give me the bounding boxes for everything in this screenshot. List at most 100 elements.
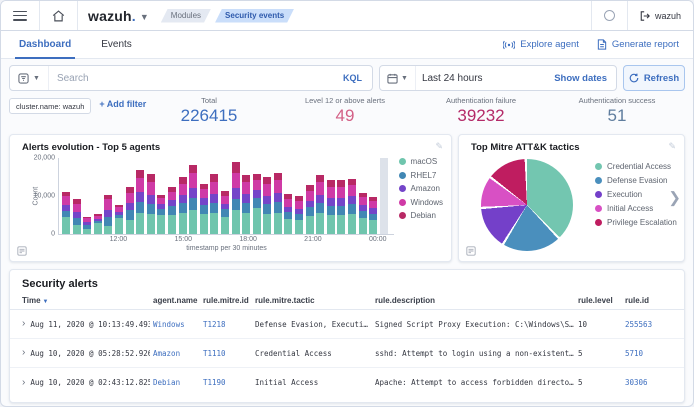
legend-item-windows[interactable]: Windows [399,198,443,207]
stacked-bar[interactable] [189,164,197,234]
stacked-bar[interactable] [168,187,176,235]
stat-total: Total 226415 [141,96,277,132]
stat-level12-value[interactable]: 49 [277,106,413,126]
legend-item-execution[interactable]: Execution [595,190,677,199]
stacked-bar[interactable] [306,185,314,234]
stacked-bar[interactable] [232,162,240,234]
explore-agent-button[interactable]: Explore agent [503,39,579,50]
add-filter-button[interactable]: + Add filter [99,98,146,109]
tab-dashboard[interactable]: Dashboard [15,31,75,58]
stacked-bar[interactable] [242,175,250,234]
stacked-bar[interactable] [359,193,367,234]
edit-panel-icon[interactable]: ✎ [435,141,443,152]
stacked-bar[interactable] [348,179,356,234]
cell-rule-mitre-id[interactable]: T1218 [203,320,252,329]
filter-pill-cluster-name[interactable]: cluster.name: wazuh [9,98,91,114]
refresh-button[interactable]: Refresh [623,65,685,91]
cell-rule-id[interactable]: 30306 [625,378,672,387]
generate-report-button[interactable]: Generate report [597,39,679,50]
breadcrumb-modules[interactable]: Modules [161,9,211,23]
stat-auth-success-value[interactable]: 51 [549,106,685,126]
user-menu-button[interactable]: wazuh [627,1,693,30]
table-row: ›Aug 10, 2020 @ 02:43:12.825DebianT1190I… [10,368,684,397]
legend-item-amazon[interactable]: Amazon [399,184,443,193]
cell-rule-mitre-id[interactable]: T1110 [203,349,252,358]
stacked-bar[interactable] [104,194,112,234]
next-panel-chevron-icon[interactable]: ❯ [668,191,681,206]
alerts-table-body: ›Aug 11, 2020 @ 10:13:49.493WindowsT1218… [10,310,684,397]
home-button[interactable] [40,1,78,30]
column-header-rule-level[interactable]: rule.level [578,296,622,305]
stat-total-value[interactable]: 226415 [141,106,277,126]
cell-rule-id[interactable]: 255563 [625,320,672,329]
mitre-tactics-pie[interactable] [481,159,573,251]
cell-rule-id[interactable]: 5710 [625,349,672,358]
stacked-bar[interactable] [200,184,208,234]
stacked-bar[interactable] [253,174,261,234]
stacked-bar[interactable] [221,191,229,234]
stacked-bar[interactable] [126,187,134,234]
stacked-bar[interactable] [83,217,91,234]
expand-row-icon[interactable]: › [22,319,25,329]
stacked-bar[interactable] [337,180,345,234]
menu-button[interactable] [1,1,40,30]
stacked-bar[interactable] [316,175,324,234]
edit-panel-icon[interactable]: ✎ [668,141,676,152]
search-input[interactable]: Search [49,73,333,84]
legend-item-credential-access[interactable]: Credential Access [595,162,677,171]
stacked-bar[interactable] [327,180,335,234]
column-header-agent-name[interactable]: agent.name [153,296,200,305]
pie-chart-legend: Credential Access Defense Evasion Executio… [595,162,677,227]
filters-stats-row: cluster.name: wazuh + Add filter Total 2… [9,96,685,132]
stacked-bar[interactable] [73,199,81,234]
logout-icon [640,11,650,21]
logo-chevron-down-icon[interactable]: ▼ [140,12,149,22]
cell-rule-mitre-id[interactable]: T1190 [203,378,252,387]
stacked-bar[interactable] [295,196,303,234]
show-dates-button[interactable]: Show dates [545,73,616,84]
kql-toggle[interactable]: KQL [333,73,372,83]
tab-actions: Explore agent Generate report [503,31,679,58]
stacked-bar[interactable] [115,205,123,234]
stacked-bar[interactable] [369,197,377,234]
column-header-time[interactable]: Time▼ [22,296,150,305]
stacked-bar[interactable] [136,170,144,234]
legend-item-defense-evasion[interactable]: Defense Evasion [595,176,677,185]
legend-item-macos[interactable]: macOS [399,157,443,166]
stacked-bar[interactable] [274,172,282,234]
calendar-menu-button[interactable]: ▼ [380,66,416,90]
legend-item-initial-access[interactable]: Initial Access [595,204,677,213]
expand-row-icon[interactable]: › [22,378,25,388]
stacked-bar[interactable] [263,177,271,234]
status-indicator-button[interactable] [591,1,627,30]
cell-time: ›Aug 11, 2020 @ 10:13:49.493 [22,319,150,329]
legend-item-debian[interactable]: Debian [399,211,443,220]
time-range-value[interactable]: Last 24 hours [416,73,545,84]
legend-item-privilege-escalation[interactable]: Privilege Escalation [595,218,677,227]
stacked-bar[interactable] [210,174,218,234]
wazuh-logo[interactable]: wazuh. [88,8,136,24]
saved-query-menu-button[interactable]: ▼ [10,66,49,90]
stacked-bar[interactable] [284,194,292,234]
column-header-rule-description[interactable]: rule.description [375,296,575,305]
cell-agent-name[interactable]: Debian [153,378,200,387]
column-header-rule-id[interactable]: rule.id [625,296,672,305]
column-header-rule-mitre-tactic[interactable]: rule.mitre.tactic [255,296,372,305]
stacked-bar[interactable] [62,192,70,234]
legend-item-rhel7[interactable]: RHEL7 [399,171,443,180]
expand-row-icon[interactable]: › [22,348,25,358]
column-header-rule-mitre-id[interactable]: rule.mitre.id [203,296,252,305]
stacked-bar[interactable] [94,214,102,234]
stat-auth-failure-value[interactable]: 39232 [413,106,549,126]
filter-chevron-down-icon: ▼ [33,75,40,82]
cell-agent-name[interactable]: Amazon [153,349,200,358]
stacked-bar[interactable] [147,174,155,234]
stacked-bar[interactable] [179,177,187,234]
breadcrumb-security-events[interactable]: Security events [215,9,294,23]
inspect-panel-icon[interactable] [17,246,27,256]
inspect-panel-icon[interactable] [466,246,476,256]
alerts-evolution-panel: Alerts evolution - Top 5 agents ✎ Count … [9,134,452,262]
cell-agent-name[interactable]: Windows [153,320,200,329]
stacked-bar[interactable] [157,195,165,234]
tab-events[interactable]: Events [97,31,136,58]
